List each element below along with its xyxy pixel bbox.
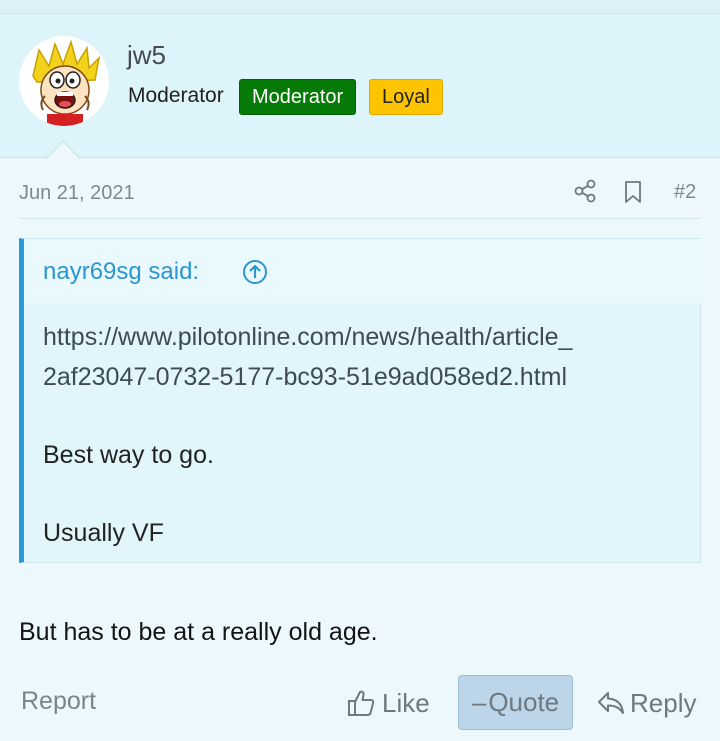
post-date[interactable]: Jun 21, 2021: [19, 182, 135, 205]
loyal-badge: Loyal: [369, 79, 443, 115]
like-button[interactable]: Like: [346, 684, 430, 722]
quote-author[interactable]: nayr69sg said:: [43, 258, 199, 286]
post-text: But has to be at a really old age.: [19, 618, 378, 646]
post-actions: Report Like – Quote Reply: [0, 674, 720, 730]
quote-text-line-1: Best way to go.: [43, 441, 214, 469]
report-link[interactable]: Report: [21, 687, 96, 716]
quote-header: nayr69sg said:: [24, 239, 701, 303]
user-title: Moderator: [128, 84, 224, 107]
meta-divider: [19, 218, 701, 219]
quote-link-line-1[interactable]: https://www.pilotonline.com/news/health/…: [43, 317, 572, 357]
quote-body: https://www.pilotonline.com/news/health/…: [43, 317, 572, 553]
reply-button[interactable]: Reply: [596, 684, 696, 722]
reply-icon: [598, 692, 624, 714]
quote-text-line-2: Usually VF: [43, 519, 164, 547]
cartoon-avatar-icon: [32, 39, 101, 126]
post-meta-row: Jun 21, 2021 #2: [0, 170, 720, 218]
quote-block: nayr69sg said: https://www.pilotonline.c…: [19, 238, 701, 563]
user-avatar[interactable]: [19, 36, 109, 126]
user-header: jw5 Moderator Moderator Loyal: [0, 14, 720, 158]
username[interactable]: jw5: [127, 40, 166, 71]
quote-link-line-2[interactable]: 2af23047-0732-5177-bc93-51e9ad058ed2.htm…: [43, 357, 572, 397]
post-number[interactable]: #2: [674, 181, 696, 204]
minus-icon: –: [471, 687, 487, 717]
top-strip: [0, 0, 720, 14]
quote-label: Quote: [488, 687, 560, 717]
header-pointer-arrow: [46, 140, 80, 159]
like-label: Like: [382, 687, 430, 718]
arrow-up-circle-icon[interactable]: [242, 259, 268, 285]
bookmark-icon[interactable]: [622, 180, 644, 204]
reply-label: Reply: [630, 687, 697, 718]
share-icon[interactable]: [573, 179, 597, 203]
quote-button[interactable]: – Quote: [458, 675, 573, 730]
thumbs-up-icon: [348, 690, 375, 716]
moderator-badge: Moderator: [239, 79, 357, 115]
